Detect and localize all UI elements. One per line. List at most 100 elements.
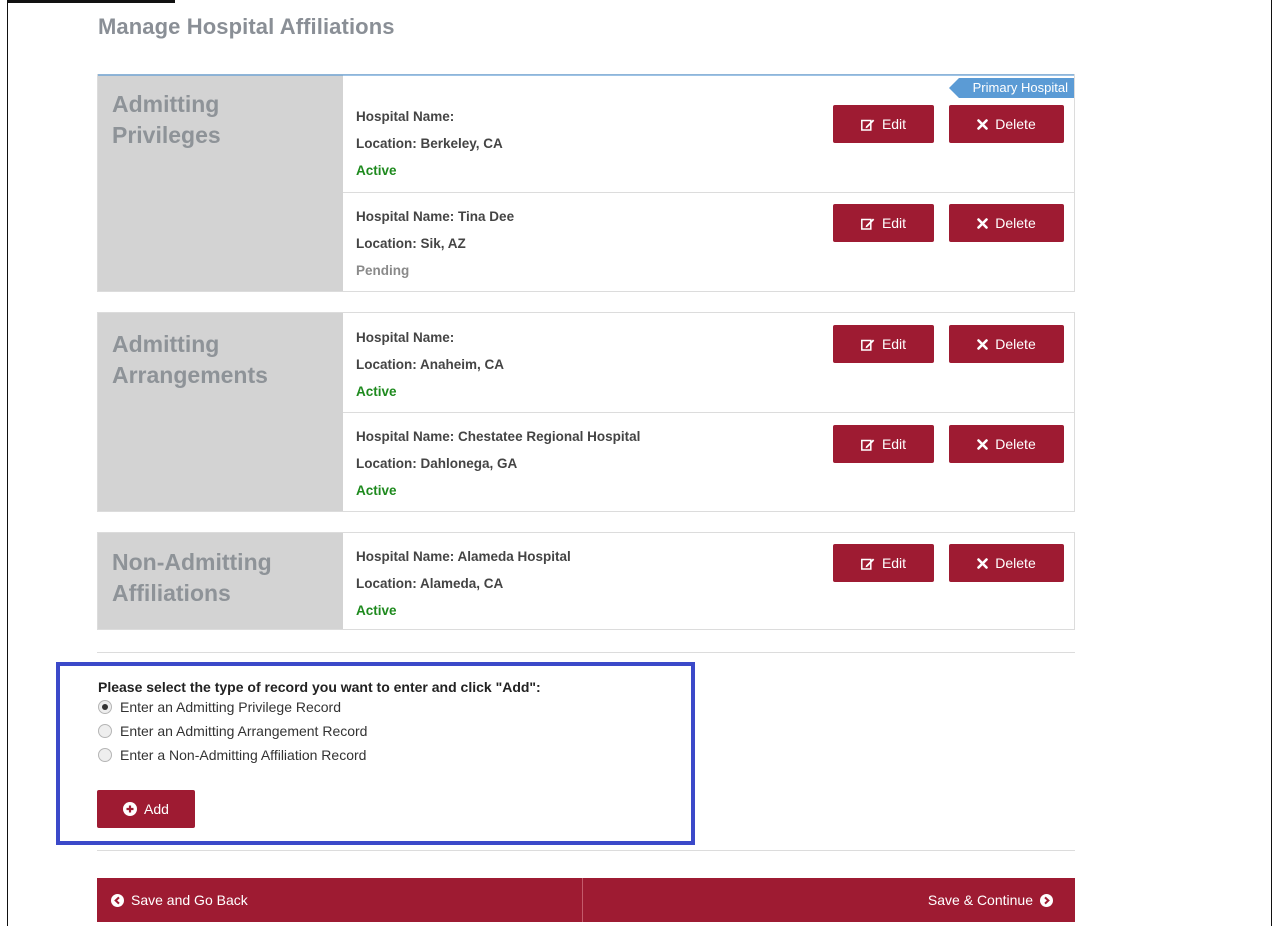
section-label-line2: Affiliations: [112, 580, 231, 606]
delete-button[interactable]: Delete: [949, 105, 1064, 143]
close-icon: [977, 557, 989, 569]
location-label: Location:: [356, 136, 417, 151]
delete-label: Delete: [995, 116, 1036, 132]
add-record-prompt: Please select the type of record you wan…: [98, 679, 541, 695]
section-label-line1: Admitting: [112, 91, 220, 117]
hospital-name-label: Hospital Name:: [356, 209, 455, 224]
divider: [97, 850, 1075, 851]
edit-label: Edit: [881, 215, 907, 231]
edit-label: Edit: [881, 436, 907, 452]
edit-button[interactable]: Edit: [833, 204, 934, 242]
hospital-name-line: Hospital Name: Tina Dee: [356, 209, 514, 224]
record-row: Primary Hospital Hospital Name: Location…: [343, 75, 1074, 192]
edit-button[interactable]: Edit: [833, 105, 934, 143]
radio-option-non-admitting-affiliation[interactable]: Enter a Non-Admitting Affiliation Record: [98, 747, 366, 763]
edit-icon: [860, 218, 875, 230]
edit-icon: [860, 339, 875, 351]
location-label: Location:: [356, 576, 417, 591]
add-button[interactable]: Add: [97, 790, 195, 828]
location-line: Location: Berkeley, CA: [356, 136, 503, 151]
location-value: Alameda, CA: [420, 576, 504, 591]
status-text: Active: [356, 603, 397, 618]
delete-label: Delete: [995, 336, 1036, 352]
close-icon: [977, 438, 989, 450]
section-label: Admitting Arrangements: [98, 313, 343, 511]
section-records: Primary Hospital Hospital Name: Location…: [343, 75, 1074, 291]
arrow-left-circle-icon: [111, 893, 124, 907]
save-and-continue-button[interactable]: Save & Continue: [583, 878, 1076, 922]
status-text: Active: [356, 483, 397, 498]
delete-button[interactable]: Delete: [949, 325, 1064, 363]
section-label-line1: Non-Admitting: [112, 549, 272, 575]
save-and-go-back-button[interactable]: Save and Go Back: [97, 878, 583, 922]
close-icon: [977, 338, 989, 350]
delete-label: Delete: [995, 436, 1036, 452]
location-value: Berkeley, CA: [420, 136, 503, 151]
divider: [97, 652, 1075, 653]
radio-option-admitting-arrangement[interactable]: Enter an Admitting Arrangement Record: [98, 723, 367, 739]
record-row: Hospital Name: Alameda Hospital Location…: [343, 533, 1074, 629]
section-label-line2: Arrangements: [112, 362, 268, 388]
top-edge-mark: [7, 0, 175, 3]
location-line: Location: Anaheim, CA: [356, 357, 504, 372]
page-title: Manage Hospital Affiliations: [98, 14, 395, 39]
section-label: Admitting Privileges: [98, 75, 343, 291]
hospital-name-label: Hospital Name:: [356, 330, 455, 345]
delete-label: Delete: [995, 215, 1036, 231]
hospital-name-line: Hospital Name: Alameda Hospital: [356, 549, 571, 564]
hospital-name-label: Hospital Name:: [356, 549, 455, 564]
close-icon: [977, 118, 989, 130]
section-records: Hospital Name: Alameda Hospital Location…: [343, 533, 1074, 629]
radio-option-label: Enter an Admitting Privilege Record: [120, 699, 341, 715]
section-records: Hospital Name: Location: Anaheim, CA Act…: [343, 313, 1074, 511]
radio-option-label: Enter a Non-Admitting Affiliation Record: [120, 747, 367, 763]
radio-option-admitting-privilege[interactable]: Enter an Admitting Privilege Record: [98, 699, 341, 715]
delete-button[interactable]: Delete: [949, 204, 1064, 242]
delete-button[interactable]: Delete: [949, 544, 1064, 582]
status-text: Active: [356, 163, 397, 178]
edit-icon: [860, 439, 875, 451]
location-value: Anaheim, CA: [420, 357, 505, 372]
plus-circle-icon: [123, 802, 138, 816]
location-label: Location:: [356, 456, 417, 471]
location-line: Location: Dahlonega, GA: [356, 456, 517, 471]
status-text: Active: [356, 384, 397, 399]
primary-hospital-tag: Primary Hospital: [948, 78, 1074, 98]
footer-nav-bar: Save and Go Back Save & Continue: [97, 878, 1075, 922]
hospital-name-line: Hospital Name: Chestatee Regional Hospit…: [356, 429, 640, 444]
record-row: Hospital Name: Tina Dee Location: Sik, A…: [343, 192, 1074, 291]
add-label: Add: [144, 801, 169, 817]
section-non-admitting-affiliations: Non-Admitting Affiliations Hospital Name…: [97, 532, 1075, 630]
record-row: Hospital Name: Chestatee Regional Hospit…: [343, 412, 1074, 511]
radio-option-label: Enter an Admitting Arrangement Record: [120, 723, 368, 739]
delete-button[interactable]: Delete: [949, 425, 1064, 463]
edit-label: Edit: [881, 555, 907, 571]
section-admitting-privileges: Admitting Privileges Primary Hospital Ho…: [97, 74, 1075, 292]
hospital-name-line: Hospital Name:: [356, 109, 454, 124]
record-row: Hospital Name: Location: Anaheim, CA Act…: [343, 313, 1074, 412]
radio-button-selected[interactable]: [98, 700, 112, 714]
edit-button[interactable]: Edit: [833, 544, 934, 582]
hospital-name-label: Hospital Name:: [356, 109, 455, 124]
hospital-name-value: Alameda Hospital: [457, 549, 571, 564]
status-text: Pending: [356, 263, 410, 278]
arrow-right-circle-icon: [1040, 893, 1053, 907]
hospital-name-label: Hospital Name:: [356, 429, 455, 444]
edit-button[interactable]: Edit: [833, 425, 934, 463]
edit-button[interactable]: Edit: [833, 325, 934, 363]
section-label: Non-Admitting Affiliations: [98, 533, 343, 629]
section-label-line1: Admitting: [112, 331, 220, 357]
location-line: Location: Alameda, CA: [356, 576, 503, 591]
edit-icon: [860, 119, 875, 131]
close-icon: [977, 217, 989, 229]
save-and-continue-label: Save & Continue: [927, 892, 1033, 908]
section-label-line2: Privileges: [112, 122, 221, 148]
location-label: Location:: [356, 357, 417, 372]
save-and-go-back-label: Save and Go Back: [131, 892, 248, 908]
location-line: Location: Sik, AZ: [356, 236, 466, 251]
radio-button[interactable]: [98, 748, 112, 762]
location-value: Dahlonega, GA: [420, 456, 518, 471]
radio-button[interactable]: [98, 724, 112, 738]
delete-label: Delete: [995, 555, 1036, 571]
edit-icon: [860, 558, 875, 570]
